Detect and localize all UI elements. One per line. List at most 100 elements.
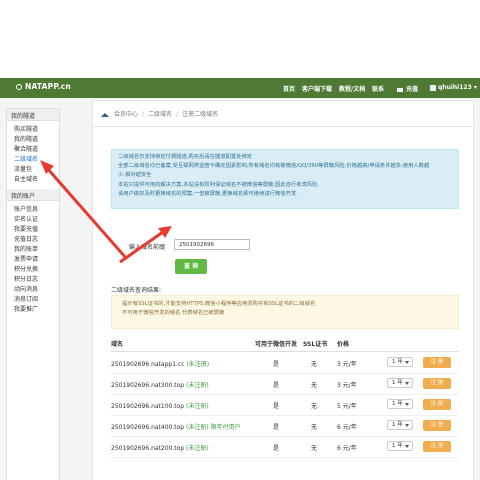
top-navbar: NATAPP.cn 首页 客户端下载 教程/文档 联系 充值 qhuihi123… (0, 78, 480, 98)
price-cell: 3 元/年 (337, 382, 357, 389)
sidebar-section-account: 我的账户 (7, 189, 59, 201)
info-line: 全部二级域名均已备案,受互联网类监管不确定因素影响,所有域名均有被微信/QQ/3… (118, 163, 430, 170)
info-line: 请用户做好及时更换域名的预案,一但被屏蔽,更换域名即可继续进行微信开发. (118, 190, 298, 197)
domain-cell: 2501902696.nat300.top (未注册) (111, 382, 209, 389)
register-button[interactable]: 注 册 (423, 378, 451, 389)
term-select[interactable]: 1 年 (387, 357, 413, 367)
sidebar-item-subdomain[interactable]: 二级域名 (14, 155, 59, 165)
register-button[interactable]: 注 册 (423, 441, 451, 452)
domain-cell: 2501902696.nat100.top (未注册) (111, 403, 209, 410)
sidebar-item-recharge-log[interactable]: 充值日志 (14, 235, 59, 245)
breadcrumb: 会员中心 / 二级域名 / 注册二级域名 (101, 109, 218, 118)
breadcrumb-subdomain[interactable]: 二级域名 (148, 111, 172, 118)
term-value: 1 年 (392, 443, 403, 449)
sidebar-item-points-log[interactable]: 积分日志 (14, 275, 59, 285)
wechat-cell: 是 (273, 445, 280, 452)
sidebar-item-my-tunnels[interactable]: 我的隧道 (14, 135, 59, 145)
warning-line: 不可用于微信开发的域名,代表域名已被屏蔽 (122, 310, 225, 317)
sidebar-item-invoice[interactable]: 发票申请 (14, 255, 59, 265)
term-select[interactable]: 1 年 (387, 378, 413, 388)
info-notice: 二级域名仅支持绑定付费隧道,购买后请在隧道配置处绑定 全部二级域名均已备案,受互… (111, 149, 459, 209)
table-row: 2501902696.nat200.top (未注册) 是 无 6 元/年 1 … (111, 437, 459, 458)
sidebar-item-bills[interactable]: 我的账单 (14, 245, 59, 255)
register-button[interactable]: 注 册 (423, 420, 451, 431)
wechat-cell: 是 (273, 361, 280, 368)
nav-contact[interactable]: 联系 (372, 84, 384, 93)
chevron-down-icon (405, 382, 409, 385)
sidebar-item-points-exchange[interactable]: 积分兑换 (14, 265, 59, 275)
divider (93, 126, 473, 127)
ssl-cell: 无 (311, 445, 318, 452)
home-icon[interactable] (101, 112, 109, 117)
chevron-down-icon (405, 424, 409, 427)
sidebar-section-tunnels: 我的隧道 (7, 109, 59, 121)
chevron-down-icon (405, 403, 409, 406)
table-row: 2501902696.natapp1.cc (未注册) 是 无 3 元/年 1 … (111, 353, 459, 374)
register-button[interactable]: 注 册 (423, 357, 451, 368)
brand-logo[interactable]: NATAPP.cn (16, 82, 71, 91)
col-price: 价格 (337, 341, 350, 348)
logo-icon (16, 84, 22, 90)
table-row: 2501902696.nat400.top (未注册) 限年付用户 是 无 6 … (111, 416, 459, 437)
info-line: 二级域名仅支持绑定付费隧道,购买后请在隧道配置处绑定 (118, 154, 253, 160)
term-select[interactable]: 1 年 (387, 399, 413, 409)
table-row: 2501902696.nat100.top (未注册) 是 无 5 元/年 1 … (111, 395, 459, 416)
divider (111, 351, 459, 352)
ssl-cell: 无 (311, 424, 318, 431)
domain-prefix-label: 输入域名前缀 (129, 244, 166, 251)
sidebar-item-account-info[interactable]: 账户信息 (14, 205, 59, 215)
domain-prefix-input[interactable]: 2501902696 (174, 239, 250, 250)
breadcrumb-member-center[interactable]: 会员中心 (114, 111, 138, 118)
domain-cell: 2501902696.nat200.top (未注册) (111, 445, 209, 452)
price-cell: 5 元/年 (337, 403, 357, 410)
term-value: 1 年 (392, 422, 403, 428)
sidebar-item-messages[interactable]: 动向消息 (14, 285, 59, 295)
warning-notice: 提示有SSL证书的,才能支持HTTPS,微信小程序等应用须购买有SSL证书的二级… (111, 295, 459, 329)
wechat-cell: 是 (273, 424, 280, 431)
ssl-cell: 无 (311, 382, 318, 389)
warning-line: 提示有SSL证书的,才能支持HTTPS,微信小程序等应用须购买有SSL证书的二级… (122, 301, 316, 307)
info-line: 本站只提供可用的解决方案,本站没有权利保证域名不被微信等屏蔽,因此自行考虑风险. (118, 181, 320, 188)
sidebar: 我的隧道 购买隧道 我的隧道 聚合隧道 二级域名 流量包 自主域名 我的账户 账… (6, 108, 60, 480)
term-value: 1 年 (392, 359, 403, 365)
col-ssl: SSL证书 (303, 341, 328, 348)
user-menu[interactable]: qhuihi123 ▾ (430, 84, 477, 91)
table-row: 2501902696.nat300.top (未注册) 是 无 3 元/年 1 … (111, 374, 459, 395)
main-panel: 会员中心 / 二级域名 / 注册二级域名 二级域名仅支持绑定付费隧道,购买后请在隧道配置… (92, 100, 474, 480)
sidebar-item-traffic[interactable]: 流量包 (14, 165, 59, 175)
nav-charge-label: 充值 (406, 86, 419, 93)
results-title: 二级域名查询结果: (111, 287, 162, 294)
breadcrumb-register-subdomain: 注册二级域名 (182, 111, 219, 118)
sidebar-item-buy-tunnel[interactable]: 购买隧道 (14, 125, 59, 135)
sidebar-item-verification[interactable]: 实名认证 (14, 215, 59, 225)
term-value: 1 年 (392, 401, 403, 407)
browser-viewport: NATAPP.cn 首页 客户端下载 教程/文档 联系 充值 qhuihi123… (0, 78, 480, 480)
sidebar-item-own-domain[interactable]: 自主域名 (14, 175, 59, 185)
nav-charge[interactable]: 充值 (397, 84, 418, 93)
col-domain: 域名 (111, 341, 124, 348)
nav-home[interactable]: 首页 (283, 84, 295, 93)
chevron-down-icon (405, 445, 409, 448)
price-cell: 3 元/年 (337, 361, 357, 368)
cart-icon (397, 87, 403, 92)
col-wechat: 可用于微信开发 (255, 341, 298, 348)
info-line: 少,相对越安全 (118, 172, 152, 179)
nav-client-download[interactable]: 客户端下载 (302, 84, 332, 93)
domain-cell: 2501902696.nat400.top (未注册) 限年付用户 (111, 424, 241, 431)
username: qhuihi123 (438, 84, 472, 91)
query-button[interactable]: 查 询 (175, 259, 207, 274)
user-icon (430, 84, 436, 91)
sidebar-item-promote[interactable]: 我要推广 (14, 305, 59, 315)
brand-text: NATAPP.cn (25, 82, 71, 91)
price-cell: 6 元/年 (337, 445, 357, 452)
ssl-cell: 无 (311, 361, 318, 368)
register-button[interactable]: 注 册 (423, 399, 451, 410)
domain-cell: 2501902696.natapp1.cc (未注册) (111, 361, 210, 368)
nav-docs[interactable]: 教程/文档 (339, 84, 365, 93)
sidebar-item-recharge[interactable]: 我要充值 (14, 225, 59, 235)
sidebar-item-aggregate-tunnel[interactable]: 聚合隧道 (14, 145, 59, 155)
term-select[interactable]: 1 年 (387, 420, 413, 430)
sidebar-item-subscriptions[interactable]: 消息订阅 (14, 295, 59, 305)
wechat-cell: 是 (273, 403, 280, 410)
term-select[interactable]: 1 年 (387, 441, 413, 451)
